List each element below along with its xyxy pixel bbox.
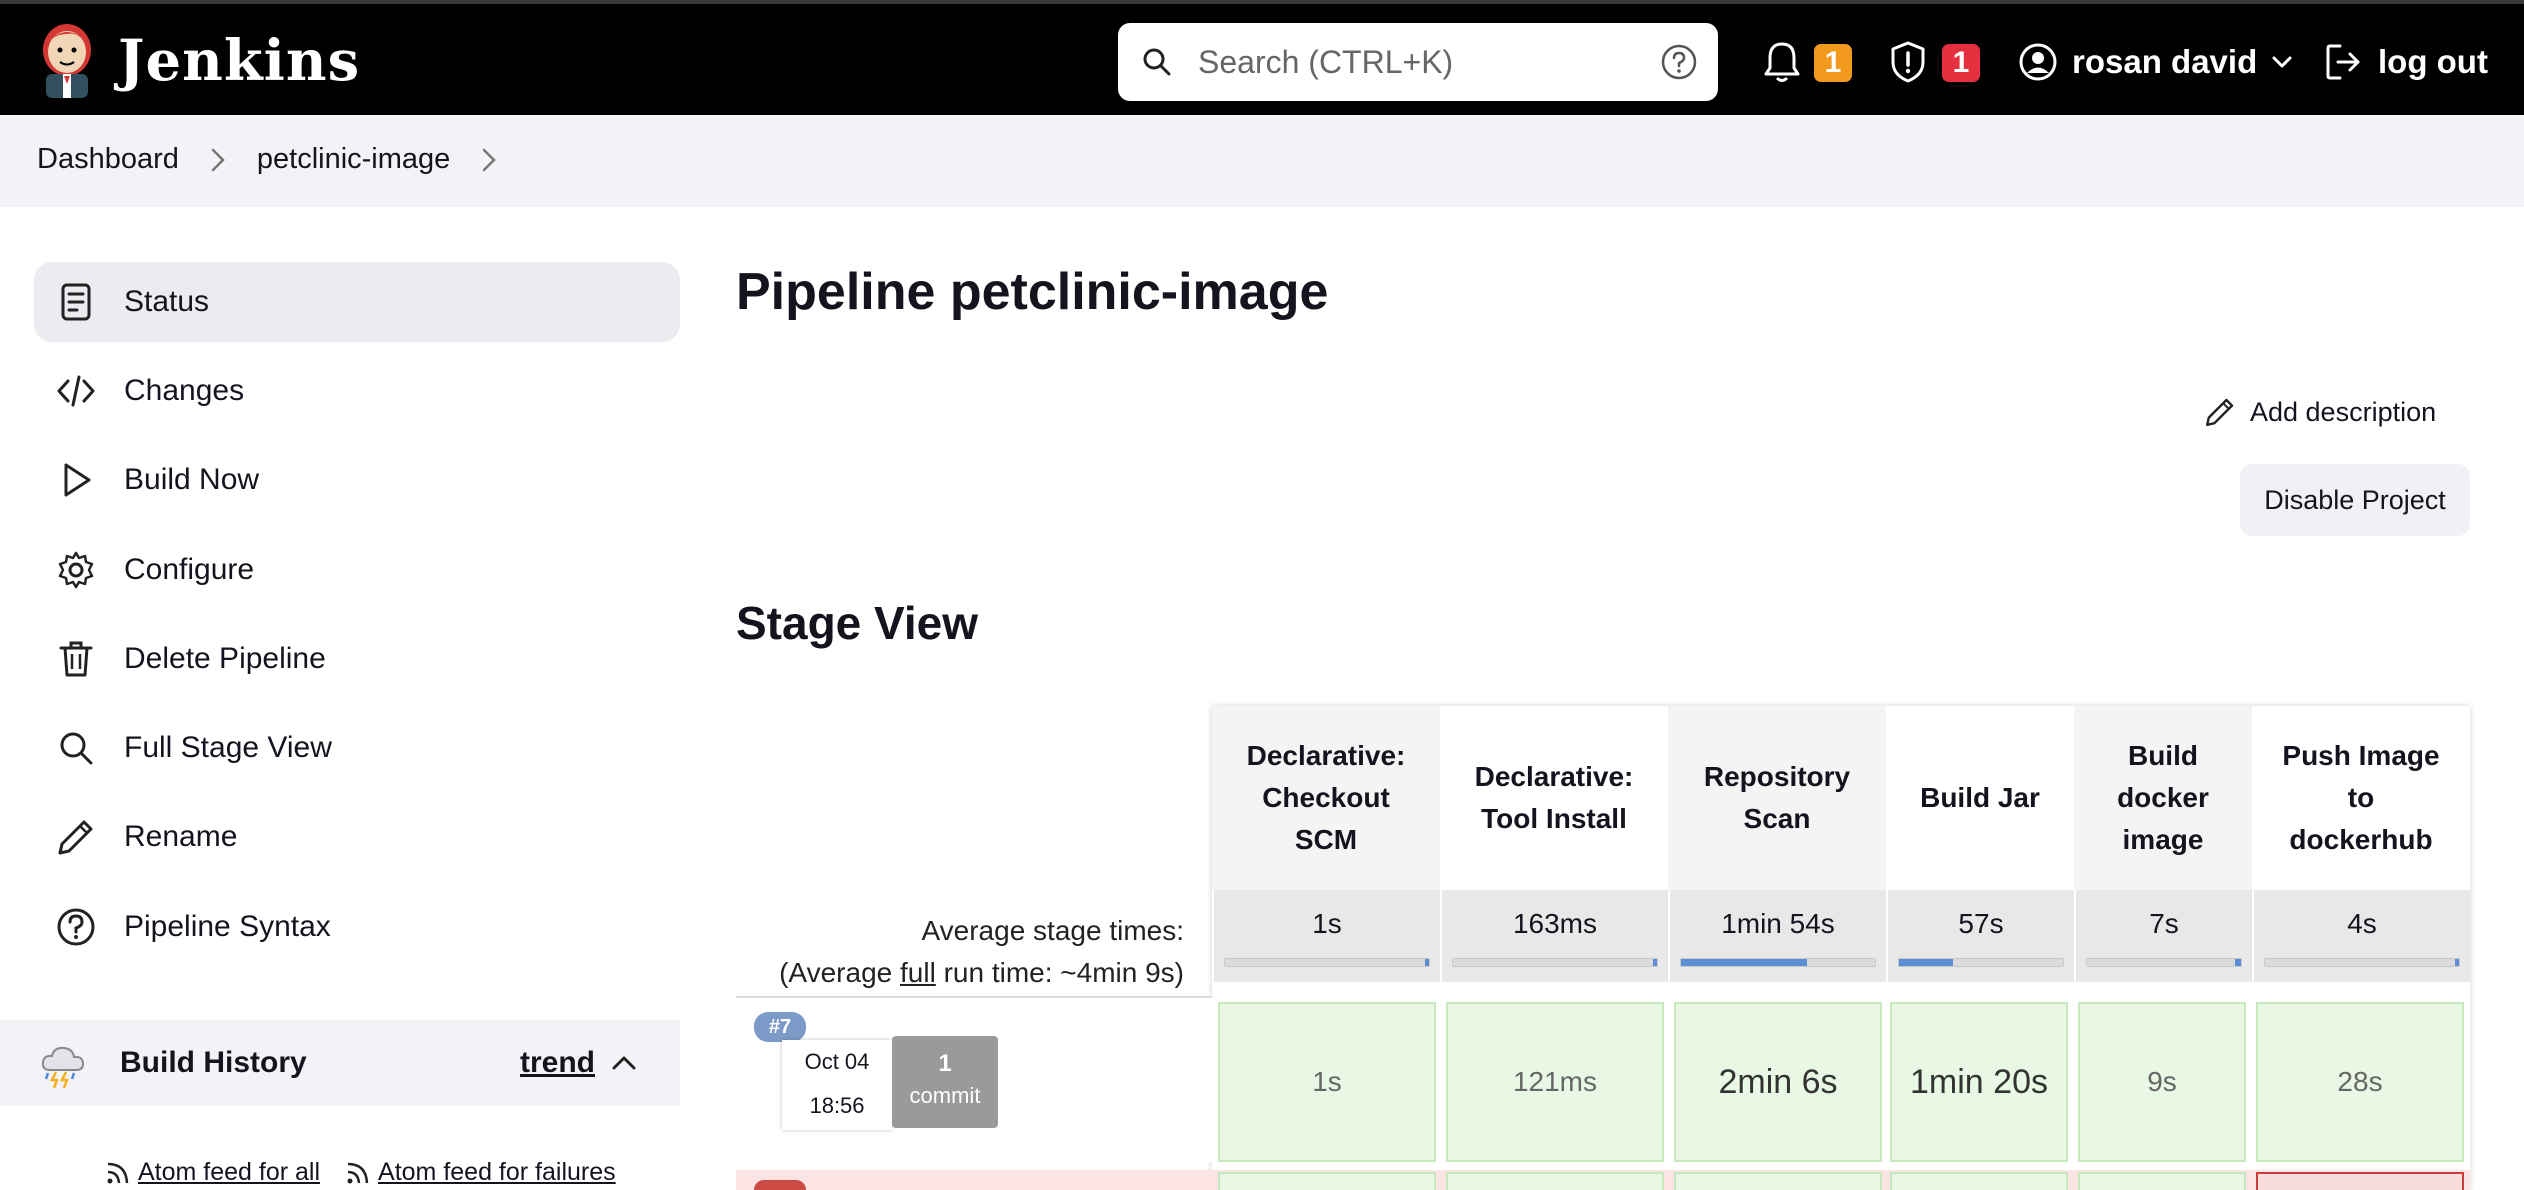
user-menu[interactable]: rosan david [2018,40,2293,84]
sidebar-item-label: Pipeline Syntax [124,910,331,943]
help-icon[interactable] [1660,43,1698,81]
stage-header: Push Image to dockerhub [2282,740,2440,855]
sidebar-item-label: Rename [124,820,238,853]
top-bar: Jenkins 1 1 rosan david [0,0,2524,115]
user-icon [2019,43,2057,81]
breadcrumb-project[interactable]: petclinic-image [257,143,450,176]
sidebar-item-label: Build Now [124,463,260,496]
sidebar-item-rename[interactable]: Rename [34,797,680,877]
search-box[interactable] [1118,23,1718,101]
sidebar-item-label: Full Stage View [124,731,332,764]
stage-average: 4s [2252,890,2470,982]
build-row: #7 Oct 04 18:56 1 commit [736,996,1212,1162]
stage-cell[interactable]: 28s [2256,1002,2464,1162]
average-run-time-label: (Average full run time: ~4min 9s) [779,957,1184,988]
sidebar-item-changes[interactable]: Changes [34,351,680,431]
atom-feed-all-label: Atom feed for all [138,1158,321,1186]
security-badge[interactable]: 1 [1942,44,1980,82]
rss-icon [347,1162,369,1183]
logout-icon [2326,44,2360,80]
code-icon [57,375,95,407]
average-stage-times-label: Average stage times: [921,915,1184,946]
stage-header: Declarative: Tool Install [1474,761,1634,834]
build-number-badge[interactable]: #7 [754,1012,806,1042]
stage-average: 1min 54s [1668,890,1886,982]
add-description-link[interactable]: Add description [2204,396,2436,428]
breadcrumb-dashboard[interactable]: Dashboard [37,143,179,176]
chevron-down-icon[interactable] [2271,55,2293,69]
atom-feed-all-link[interactable]: Atom feed for all [106,1158,320,1187]
atom-feeds: Atom feed for all Atom feed for failures [106,1158,616,1187]
search-input[interactable] [1198,35,1638,89]
brand-name[interactable]: Jenkins [118,28,360,94]
page-title: Pipeline petclinic-image [736,263,1329,321]
build-number-badge-next[interactable] [754,1180,806,1190]
sidebar-item-delete-pipeline[interactable]: Delete Pipeline [34,619,680,699]
sidebar-item-label: Status [124,285,210,318]
bell-icon[interactable] [1762,40,1802,84]
build-history-header: Build History trend [0,1020,680,1106]
help-circle-icon [57,908,95,946]
stage-cell-failed[interactable] [2256,1172,2464,1190]
weather-storm-icon [41,1046,85,1089]
document-icon [61,283,91,321]
chevron-right-icon[interactable] [480,146,498,174]
stage-cell[interactable]: 1min 20s [1890,1002,2068,1162]
logout-label: log out [2378,43,2488,80]
pencil-icon [2206,398,2234,426]
build-date: Oct 04 18:56 [782,1040,892,1130]
stage-header: Declarative: Checkout SCM [1212,706,1440,890]
stage-cell[interactable]: 2min 6s [1674,1002,1882,1162]
sidebar-item-label: Delete Pipeline [124,642,326,675]
stage-cell[interactable] [1446,1172,1664,1190]
jenkins-logo-icon[interactable] [36,22,98,100]
stage-view-title: Stage View [736,597,979,649]
stage-cell[interactable] [2078,1172,2246,1190]
search-icon [1143,48,1171,76]
sidebar-item-configure[interactable]: Configure [34,530,680,610]
add-description-label: Add description [2250,396,2437,427]
stage-header: Build docker image [2074,706,2252,890]
atom-feed-failures-label: Atom feed for failures [378,1158,616,1186]
breadcrumb-bar: Dashboard petclinic-image [0,115,2524,207]
chevron-right-icon [211,148,225,171]
stage-cell[interactable] [1674,1172,1882,1190]
shield-alert-icon[interactable] [1888,40,1928,84]
sidebar-item-label: Changes [124,374,245,407]
average-times-label: Average stage times: (Average full run t… [779,910,1184,994]
stage-average: 7s [2074,890,2252,982]
sidebar-item-label: Configure [124,553,255,586]
sidebar-item-build-now[interactable]: Build Now [34,440,680,520]
user-name: rosan david [2072,43,2258,80]
stage-cell[interactable]: 9s [2078,1002,2246,1162]
stage-cell[interactable]: 1s [1218,1002,1436,1162]
build-history-title: Build History [120,1046,307,1079]
full-run-link[interactable]: full [900,957,936,988]
stage-cell[interactable] [1890,1172,2068,1190]
breadcrumb: Dashboard petclinic-image [37,143,498,176]
atom-feed-failures-link[interactable]: Atom feed for failures [346,1158,616,1187]
trend-link[interactable]: trend [520,1046,595,1080]
stage-average: 1s [1212,890,1440,982]
stage-header: Build Jar [1920,782,2040,813]
stage-average: 57s [1886,890,2074,982]
commit-count[interactable]: 1 commit [892,1036,998,1128]
search-icon [60,732,93,765]
play-icon [64,463,91,497]
logout-link[interactable]: log out [2324,40,2488,84]
disable-project-button[interactable]: Disable Project [2240,464,2470,536]
rss-icon [107,1162,129,1183]
stage-cell[interactable] [1218,1172,1436,1190]
gear-icon [58,551,94,589]
notifications-badge[interactable]: 1 [1814,44,1852,82]
chevron-up-icon[interactable] [610,1050,638,1074]
pencil-icon [58,820,93,855]
stage-average: 163ms [1440,890,1668,982]
sidebar-item-status[interactable]: Status [34,262,680,342]
stage-header: Repository Scan [1668,706,1886,890]
trash-icon [59,641,93,677]
sidebar-item-pipeline-syntax[interactable]: Pipeline Syntax [34,887,680,967]
stage-cell[interactable]: 121ms [1446,1002,1664,1162]
sidebar-item-full-stage-view[interactable]: Full Stage View [34,708,680,788]
